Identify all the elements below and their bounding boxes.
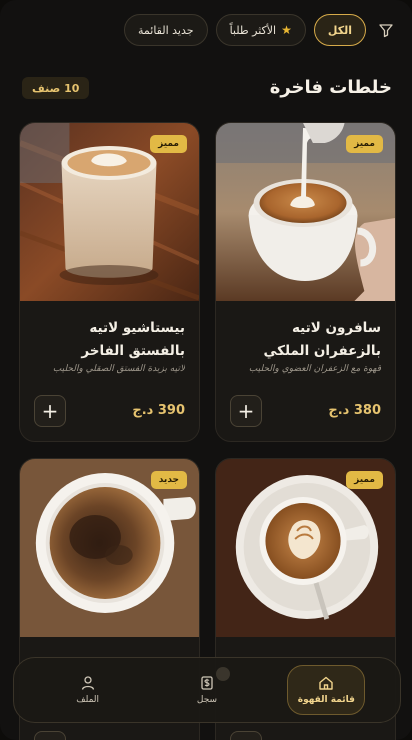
receipt-icon [201,676,213,690]
nav-profile-label: الملف [76,695,100,705]
filter-chip-new[interactable]: جديد القائمة [124,14,208,46]
product-card[interactable]: مميز سافرون لاتيه بالزعفران الملكي قهوة … [215,122,396,442]
nav-coffee-menu-label: قائمة القهوة [297,695,355,705]
add-to-cart-button[interactable]: + [230,731,262,740]
add-to-cart-button[interactable]: + [34,731,66,740]
plus-icon: + [41,399,59,423]
add-to-cart-button[interactable]: + [230,395,262,427]
nav-profile[interactable]: الملف [49,665,127,715]
product-price: 390 د.ج [132,403,185,418]
star-icon: ★ [281,23,292,37]
filter-bar: الكل ★ الأكثر طلباً جديد القائمة [14,14,398,46]
product-card[interactable]: مميز بيستاشيو لاتيه بالفستق الفاخر لاتيه… [19,122,200,442]
product-name: سافرون لاتيه بالزعفران الملكي [263,320,381,359]
nav-history[interactable]: سجل [168,665,246,715]
filter-icon[interactable] [374,18,398,42]
new-badge: جديد [150,471,187,489]
filter-chip-all[interactable]: الكل [313,14,366,46]
product-description: قهوة مع الزعفران العضوي والحليب [248,364,381,374]
filter-chip-all-label: الكل [327,23,352,37]
app-screen: الكل ★ الأكثر طلباً جديد القائمة خلطات ف… [0,0,412,740]
product-description: لاتيه بزبدة الفستق الصقلي والحليب [52,364,185,374]
nav-coffee-menu[interactable]: قائمة القهوة [287,665,366,715]
item-count-badge: 10 صنف [22,77,90,99]
user-icon [81,676,94,690]
product-name: بيستاشيو لاتيه بالفستق الفاخر [81,320,185,359]
product-price: 380 د.ج [328,403,381,418]
featured-badge: مميز [346,471,383,489]
filter-chip-new-label: جديد القائمة [138,23,194,37]
featured-badge: مميز [150,135,187,153]
section-title: خلطات فاخرة [269,77,392,98]
filter-chip-most-ordered[interactable]: ★ الأكثر طلباً [215,14,306,46]
bottom-navigation: قائمة القهوة سجل الملف [13,657,401,723]
add-to-cart-button[interactable]: + [34,395,66,427]
home-icon [319,676,334,690]
plus-icon: + [237,399,255,423]
filter-chip-most-ordered-label: الأكثر طلباً [229,23,277,37]
featured-badge: مميز [346,135,383,153]
notification-dot [215,667,230,681]
nav-history-label: سجل [196,695,218,705]
